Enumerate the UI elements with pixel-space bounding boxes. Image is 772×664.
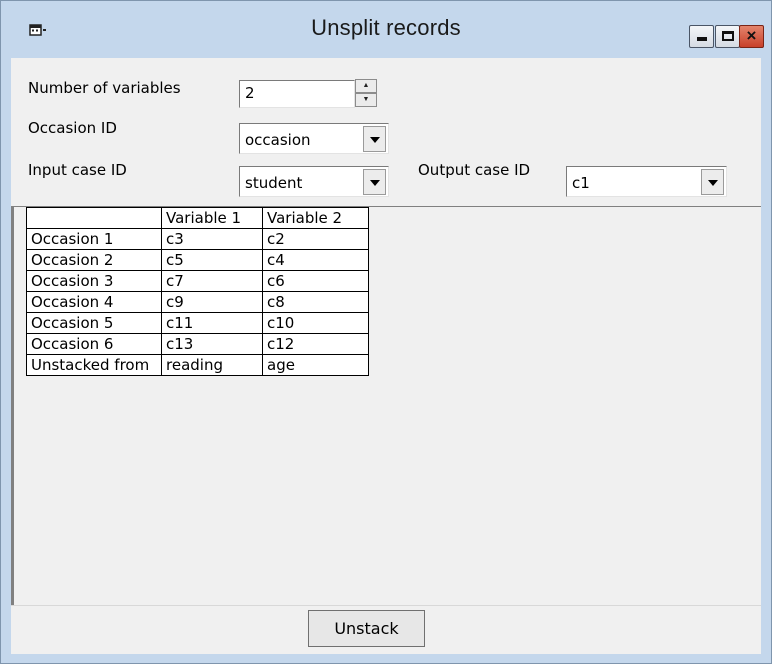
table-row: Occasion 6 c13 c12 <box>26 333 369 355</box>
chevron-down-icon[interactable] <box>363 169 386 195</box>
column-header: Variable 1 <box>161 207 263 229</box>
input-case-id-select[interactable]: student <box>239 166 389 197</box>
grid-cell[interactable]: c9 <box>161 291 263 313</box>
unstack-button[interactable]: Unstack <box>308 610 425 647</box>
column-header: Variable 2 <box>262 207 369 229</box>
occasion-id-select[interactable]: occasion <box>239 123 389 154</box>
unsplit-records-window: Unsplit records × Number of variables 2 … <box>0 0 772 664</box>
variables-grid: Variable 1 Variable 2 Occasion 1 c3 c2 O… <box>11 206 761 605</box>
row-header: Occasion 3 <box>26 270 162 292</box>
output-case-id-value: c1 <box>572 174 590 192</box>
grid-cell[interactable]: c11 <box>161 312 263 334</box>
window-title: Unsplit records <box>311 15 461 40</box>
num-variables-label: Number of variables <box>28 79 181 97</box>
row-header: Occasion 1 <box>26 228 162 250</box>
chevron-down-icon[interactable] <box>363 126 386 152</box>
grid-cell[interactable]: c4 <box>262 249 369 271</box>
table-row: Occasion 2 c5 c4 <box>26 249 369 271</box>
minimize-icon <box>697 37 707 41</box>
button-bar: Unstack <box>11 605 761 654</box>
table-row: Occasion 1 c3 c2 <box>26 228 369 250</box>
row-header: Occasion 2 <box>26 249 162 271</box>
table-header-row: Variable 1 Variable 2 <box>26 207 369 229</box>
num-variables-input[interactable]: 2 <box>239 80 355 108</box>
grid-cell[interactable]: c5 <box>161 249 263 271</box>
unstack-table: Variable 1 Variable 2 Occasion 1 c3 c2 O… <box>26 207 369 376</box>
row-header: Occasion 6 <box>26 333 162 355</box>
grid-cell[interactable]: c7 <box>161 270 263 292</box>
num-variables-spinner[interactable]: ▲ ▼ <box>355 79 377 107</box>
occasion-id-label: Occasion ID <box>28 119 117 137</box>
grid-cell[interactable]: age <box>262 354 369 376</box>
grid-cell[interactable]: c8 <box>262 291 369 313</box>
grid-cell[interactable]: c13 <box>161 333 263 355</box>
input-case-id-label: Input case ID <box>28 161 127 179</box>
title-bar[interactable]: Unsplit records × <box>1 1 771 58</box>
grid-cell[interactable]: c12 <box>262 333 369 355</box>
output-case-id-label: Output case ID <box>418 161 531 179</box>
close-button[interactable]: × <box>739 25 764 48</box>
maximize-button[interactable] <box>715 25 740 48</box>
table-row: Occasion 5 c11 c10 <box>26 312 369 334</box>
close-icon: × <box>746 26 757 45</box>
grid-cell[interactable]: reading <box>161 354 263 376</box>
chevron-down-icon[interactable] <box>701 169 724 195</box>
row-header: Unstacked from <box>26 354 162 376</box>
corner-cell <box>26 207 162 229</box>
table-row: Unstacked from reading age <box>26 354 369 376</box>
spin-up-arrow-icon[interactable]: ▲ <box>355 79 377 93</box>
grid-cell[interactable]: c10 <box>262 312 369 334</box>
grid-cell[interactable]: c6 <box>262 270 369 292</box>
output-case-id-select[interactable]: c1 <box>566 166 727 197</box>
dialog-body: Number of variables 2 ▲ ▼ Occasion ID oc… <box>11 58 761 654</box>
row-header: Occasion 4 <box>26 291 162 313</box>
minimize-button[interactable] <box>689 25 714 48</box>
table-row: Occasion 4 c9 c8 <box>26 291 369 313</box>
spin-down-arrow-icon[interactable]: ▼ <box>355 93 377 107</box>
table-row: Occasion 3 c7 c6 <box>26 270 369 292</box>
occasion-id-value: occasion <box>245 131 311 149</box>
grid-cell[interactable]: c2 <box>262 228 369 250</box>
grid-cell[interactable]: c3 <box>161 228 263 250</box>
row-header: Occasion 5 <box>26 312 162 334</box>
input-case-id-value: student <box>245 174 303 192</box>
maximize-icon <box>722 31 734 41</box>
